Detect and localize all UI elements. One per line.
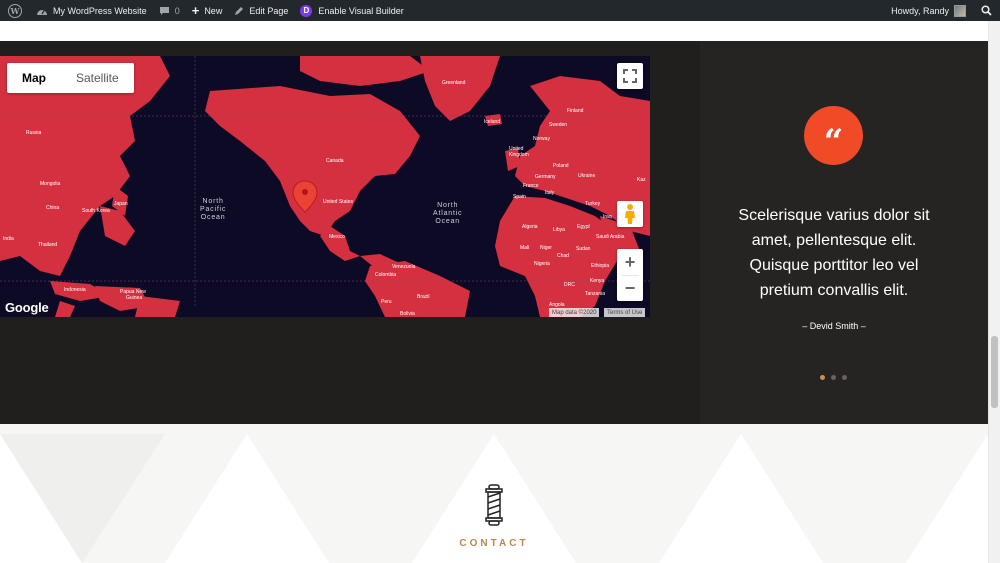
new-label: New	[204, 5, 223, 16]
fullscreen-button[interactable]	[617, 63, 643, 89]
map-label: Egypt	[577, 224, 590, 230]
map-label: Bolivia	[400, 311, 415, 317]
search-icon[interactable]	[972, 5, 1000, 16]
pencil-icon	[234, 6, 244, 16]
comment-icon	[159, 6, 170, 16]
map-label: Venezuela	[392, 264, 416, 270]
map-land-svg	[0, 56, 650, 317]
terms-of-use-link[interactable]: Terms of Use	[604, 308, 646, 317]
map-label: Italy	[545, 190, 555, 196]
site-name-menu[interactable]: My WordPress Website	[30, 0, 153, 21]
map-label: France	[523, 183, 539, 189]
edit-page-label: Edit Page	[249, 5, 289, 16]
map-label: South Korea	[82, 208, 110, 214]
edit-page-link[interactable]: Edit Page	[228, 0, 294, 21]
fullscreen-icon	[623, 69, 637, 83]
slider-dots	[820, 375, 847, 380]
testimonial-author: – Devid Smith –	[802, 321, 866, 331]
google-logo[interactable]: Google	[5, 300, 49, 315]
plus-icon: +	[191, 3, 200, 18]
map-label: Ethiopia	[591, 263, 610, 269]
map-label: Japan	[114, 201, 128, 207]
map-label: Mongolia	[40, 181, 61, 187]
map-label: Colombia	[375, 272, 397, 278]
page-scrollbar[interactable]	[988, 21, 1000, 563]
wordpress-logo-menu[interactable]: W	[0, 0, 30, 21]
zoom-control: + −	[617, 249, 643, 301]
zoom-in-button[interactable]: +	[617, 249, 643, 275]
map-label: Niger	[540, 245, 552, 251]
map-label: Greenland	[442, 80, 466, 86]
greeting: Howdy, Randy	[891, 5, 949, 16]
dashboard-icon	[36, 6, 48, 16]
google-map[interactable]: North Pacific Ocean North Atlantic Ocean Gre…	[0, 56, 650, 317]
slider-dot-2[interactable]	[831, 375, 836, 380]
street-view-pegman[interactable]	[617, 201, 643, 227]
map-label: Sweden	[549, 122, 568, 128]
site-name: My WordPress Website	[53, 5, 147, 16]
header-spacer	[0, 21, 988, 41]
map-type-map-button[interactable]: Map	[7, 63, 61, 93]
map-label: Ukraine	[578, 173, 596, 179]
pegman-icon	[625, 204, 635, 224]
map-label: United States	[323, 199, 354, 205]
map-label: Russia	[26, 130, 42, 136]
map-label: DRC	[564, 282, 575, 288]
contact-heading: CONTACT	[459, 538, 529, 549]
wp-admin-bar: W My WordPress Website 0 + New Edit Page…	[0, 0, 1000, 21]
map-label: Thailand	[38, 242, 58, 248]
map-label: Poland	[553, 163, 569, 169]
comments-count: 0	[174, 5, 180, 16]
map-label: Algeria	[522, 224, 538, 230]
map-label: Saudi Arabia	[596, 234, 625, 240]
map-label: Canada	[326, 158, 344, 164]
map-label: Guinea	[126, 295, 143, 301]
map-label: India	[3, 236, 14, 242]
slider-dot-1[interactable]	[820, 375, 825, 380]
scrollbar-thumb[interactable]	[991, 336, 998, 408]
ocean-label-north-atlantic: North Atlantic Ocean	[433, 202, 463, 225]
map-label: Brazil	[417, 294, 430, 300]
map-label: Iraq	[603, 214, 612, 220]
barber-pole-icon	[483, 484, 505, 526]
zoom-out-button[interactable]: −	[617, 275, 643, 301]
map-label: Mali	[520, 245, 530, 251]
map-type-control: Map Satellite	[7, 63, 134, 93]
map-label: Nigeria	[534, 261, 550, 267]
map-data-attribution: Map data ©2020	[549, 308, 600, 317]
wordpress-icon: W	[8, 3, 22, 18]
map-label: China	[46, 205, 60, 211]
map-label: Kaz	[637, 177, 646, 183]
map-label: Germany	[535, 174, 556, 180]
visual-builder-link[interactable]: D Enable Visual Builder	[294, 0, 409, 21]
map-label: Chad	[557, 253, 569, 259]
avatar	[954, 4, 966, 17]
quote-icon: “	[804, 106, 863, 165]
visual-builder-label: Enable Visual Builder	[318, 5, 404, 16]
map-label: Norway	[533, 136, 550, 142]
map-label: Kingdom	[509, 152, 529, 158]
map-label: Iceland	[484, 119, 501, 125]
my-account-menu[interactable]: Howdy, Randy	[885, 0, 972, 21]
new-content-menu[interactable]: + New	[186, 0, 229, 21]
map-label: Mexico	[329, 234, 345, 240]
ocean-label-north-pacific: North Pacific Ocean	[200, 198, 227, 221]
map-label: Tanzania	[585, 291, 606, 297]
slider-dot-3[interactable]	[842, 375, 847, 380]
map-label: Spain	[513, 194, 526, 200]
map-label: Libya	[553, 227, 565, 233]
map-label: Indonesia	[64, 287, 86, 293]
map-label: Peru	[381, 299, 392, 305]
testimonial-text: Scelerisque varius dolor sit amet, pelle…	[738, 207, 930, 299]
map-label: Sudan	[576, 246, 591, 252]
map-label: Finland	[567, 108, 584, 114]
divi-icon: D	[300, 4, 313, 17]
comments-menu[interactable]: 0	[153, 0, 186, 21]
map-label: Turkey	[585, 201, 601, 207]
map-label: Kenya	[590, 278, 605, 284]
map-type-satellite-button[interactable]: Satellite	[61, 63, 134, 93]
